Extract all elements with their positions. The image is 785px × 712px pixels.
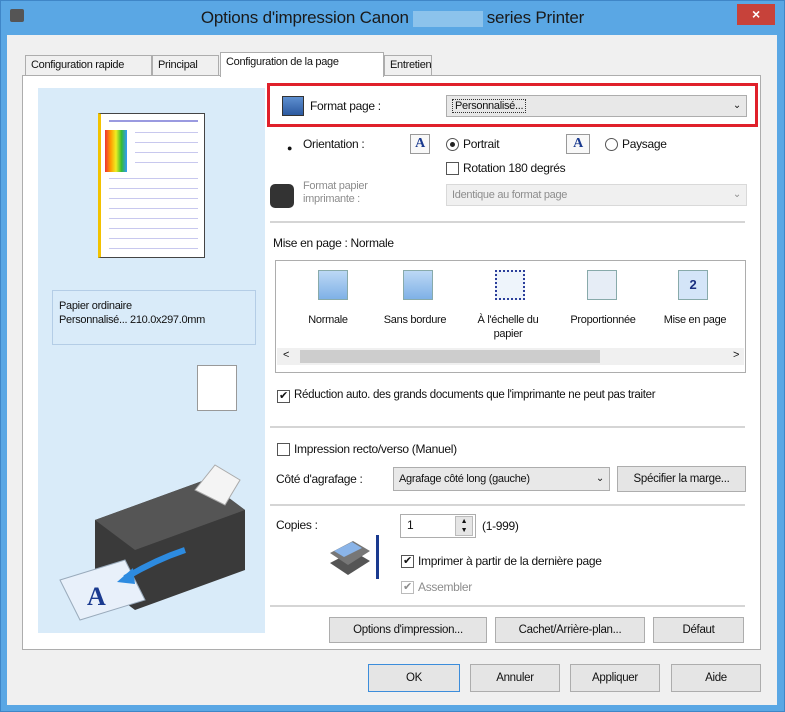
printer-paper-select: Identique au format page ⌄: [446, 184, 747, 206]
portrait-icon: A: [410, 134, 430, 154]
rotation-checkbox[interactable]: [446, 162, 459, 175]
layout-echelle-label[interactable]: À l'échelle du papier: [468, 313, 548, 341]
format-page-select[interactable]: Personnalisé... ⌄: [446, 95, 747, 117]
duplex-checkbox[interactable]: [277, 443, 290, 456]
copies-spinner[interactable]: ▲ ▼: [455, 516, 473, 536]
printer-paper-label-2: imprimante :: [303, 193, 360, 205]
printer-paper-value: Identique au format page: [452, 189, 568, 201]
stamp-background-button[interactable]: Cachet/Arrière-plan...: [495, 617, 645, 643]
divider: [270, 504, 745, 506]
layout-normale-label[interactable]: Normale: [290, 313, 366, 327]
redacted-model: [412, 10, 483, 27]
paper-size: Personnalisé... 210.0x297.0mm: [59, 314, 205, 326]
default-button[interactable]: Défaut: [653, 617, 744, 643]
collate-label: Assembler: [418, 580, 472, 594]
page-preview: [98, 113, 205, 258]
chevron-down-icon: ⌄: [595, 473, 604, 484]
tab-configuration-rapide[interactable]: Configuration rapide: [25, 55, 152, 76]
paper-info: Papier ordinaire Personnalisé... 210.0x2…: [52, 290, 256, 345]
copies-range: (1-999): [482, 519, 519, 533]
close-button[interactable]: ×: [737, 4, 775, 25]
chevron-down-icon: ⌄: [732, 100, 741, 111]
format-page-label: Format page :: [310, 99, 381, 113]
title-suffix: series Printer: [486, 8, 585, 27]
layout-mise-en-page-label[interactable]: Mise en page: [652, 313, 738, 327]
specify-margin-button[interactable]: Spécifier la marge...: [617, 466, 746, 492]
layout-proportionnee-label[interactable]: Proportionnée: [562, 313, 644, 327]
printer-paper-label: Format papier imprimante :: [303, 180, 368, 206]
layout-label: Mise en page : Normale: [273, 236, 394, 250]
divider: [270, 426, 745, 428]
divider: [270, 221, 745, 223]
ok-button[interactable]: OK: [368, 664, 460, 692]
format-page-value: Personnalisé...: [452, 99, 527, 113]
layout-sans-bordure-icon[interactable]: [403, 270, 433, 300]
stapling-value: Agrafage côté long (gauche): [399, 473, 530, 485]
printer-illustration-icon: A: [59, 464, 245, 621]
layout-normale-icon[interactable]: [318, 270, 348, 300]
layout-sans-bordure-label[interactable]: Sans bordure: [375, 313, 455, 327]
copies-value: 1: [407, 518, 414, 532]
stapling-select[interactable]: Agrafage côté long (gauche) ⌄: [393, 467, 610, 491]
svg-text:A: A: [87, 582, 106, 611]
copies-label: Copies :: [276, 518, 318, 532]
collate-checkbox: ✔: [401, 581, 414, 594]
apply-button[interactable]: Appliquer: [570, 664, 660, 692]
orientation-bullet-icon: ●: [287, 143, 293, 153]
orientation-page-icon: [197, 365, 237, 411]
title-text: Options d'impression Canon: [200, 8, 409, 27]
scroll-left-icon[interactable]: <: [283, 349, 289, 361]
tab-principal[interactable]: Principal: [152, 55, 219, 76]
image-preview: [105, 130, 127, 172]
reverse-order-label[interactable]: Imprimer à partir de la dernière page: [418, 554, 602, 568]
copies-stack-icon: [330, 535, 379, 579]
reduction-label[interactable]: Réduction auto. des grands documents que…: [294, 389, 656, 401]
landscape-icon: A: [566, 134, 590, 154]
paysage-radio[interactable]: [605, 138, 618, 151]
tab-configuration-page[interactable]: Configuration de la page: [220, 52, 384, 77]
divider: [270, 605, 745, 607]
orientation-label: Orientation :: [303, 137, 365, 151]
help-button[interactable]: Aide: [671, 664, 761, 692]
format-page-icon: [282, 96, 304, 116]
portrait-radio[interactable]: [446, 138, 459, 151]
rotation-label[interactable]: Rotation 180 degrés: [463, 161, 566, 175]
duplex-label[interactable]: Impression recto/verso (Manuel): [294, 442, 457, 456]
print-options-button[interactable]: Options d'impression...: [329, 617, 487, 643]
scroll-right-icon[interactable]: >: [733, 349, 739, 361]
stapling-label: Côté d'agrafage :: [276, 472, 363, 486]
reduction-checkbox[interactable]: ✔: [277, 390, 290, 403]
cancel-button[interactable]: Annuler: [470, 664, 560, 692]
scrollbar-thumb[interactable]: [300, 350, 600, 363]
tab-entretien[interactable]: Entretien: [384, 55, 432, 76]
chevron-down-icon: ⌄: [732, 189, 741, 200]
window-title: Options d'impression Canon series Printer: [0, 8, 785, 28]
printer-paper-icon: [270, 184, 294, 208]
layout-mise-en-page-icon[interactable]: 2: [678, 270, 708, 300]
layout-proportionnee-icon[interactable]: [587, 270, 617, 300]
paper-type: Papier ordinaire: [59, 300, 132, 312]
paysage-label[interactable]: Paysage: [622, 137, 667, 151]
printer-paper-label-1: Format papier: [303, 180, 368, 192]
layout-echelle-icon[interactable]: [495, 270, 525, 300]
portrait-label[interactable]: Portrait: [463, 137, 500, 151]
reverse-order-checkbox[interactable]: ✔: [401, 555, 414, 568]
